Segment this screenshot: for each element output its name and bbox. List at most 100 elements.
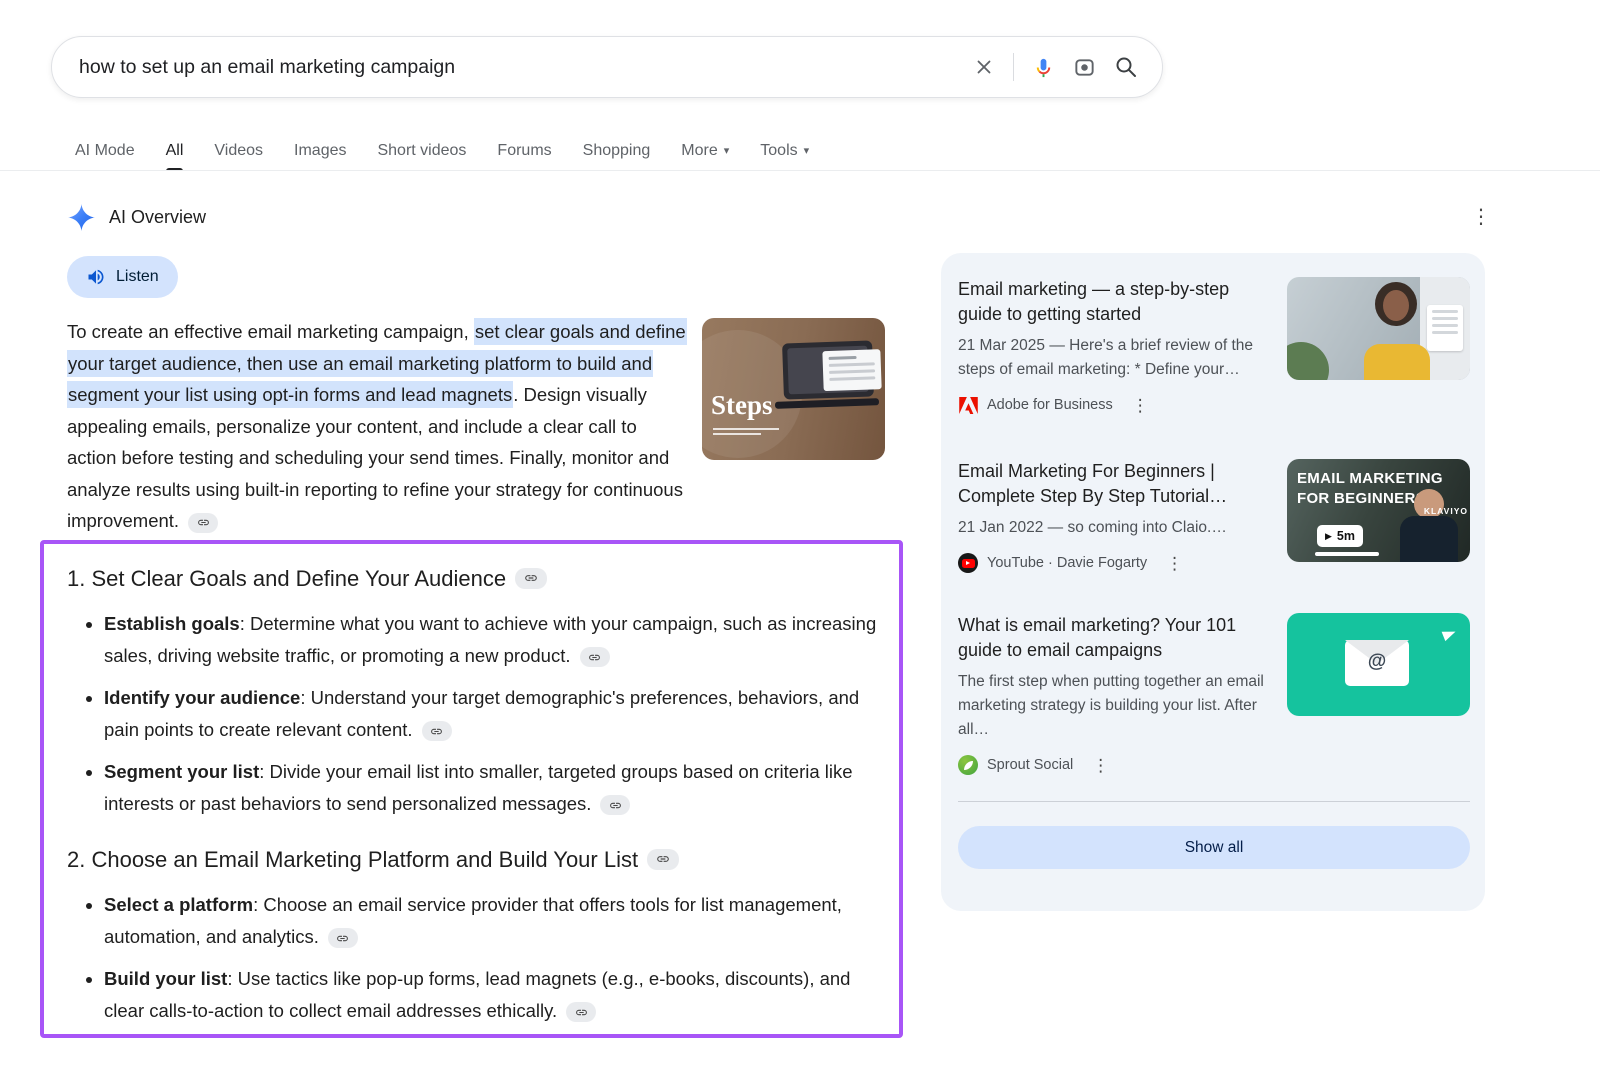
divider: [1013, 53, 1014, 81]
thumbnail-brand-text: KLAVIYO: [1424, 506, 1468, 516]
article-thumbnail[interactable]: @: [1287, 613, 1470, 716]
tab-more[interactable]: More▾: [681, 130, 729, 171]
bullet-item: Select a platform: Choose an email servi…: [104, 889, 881, 952]
link-icon: [575, 1006, 588, 1019]
tab-all[interactable]: All: [166, 130, 184, 171]
speaker-icon: [86, 267, 106, 287]
tab-short-videos[interactable]: Short videos: [377, 130, 466, 171]
bullet-lead: Establish goals: [104, 613, 240, 634]
sprout-social-icon: [958, 755, 978, 775]
tab-images[interactable]: Images: [294, 130, 346, 171]
source-card-text: Email marketing — a step-by-step guide t…: [958, 277, 1272, 415]
person-illustration: [1400, 516, 1458, 562]
citation-link-chip[interactable]: [328, 928, 358, 948]
citation-link-chip[interactable]: [566, 1002, 596, 1022]
source-name: Adobe for Business: [987, 397, 1113, 413]
ai-overview-title: AI Overview: [109, 207, 206, 228]
search-icon[interactable]: [1114, 55, 1138, 79]
person-illustration: [1364, 344, 1430, 380]
link-icon: [336, 932, 349, 945]
tab-label: Forums: [497, 142, 551, 160]
video-duration-badge: ▶5m: [1317, 525, 1363, 547]
source-meta: YouTube · Davie Fogarty ⋮: [958, 553, 1272, 573]
source-card: Email Marketing For Beginners | Complete…: [958, 459, 1470, 573]
search-input[interactable]: how to set up an email marketing campaig…: [79, 56, 973, 79]
chevron-down-icon: ▾: [724, 144, 730, 157]
source-title-link[interactable]: Email marketing — a step-by-step guide t…: [958, 277, 1272, 327]
mic-icon[interactable]: [1032, 56, 1055, 79]
bullet-list: Establish goals: Determine what you want…: [67, 608, 881, 819]
clear-icon[interactable]: [973, 56, 995, 78]
source-card-text: Email Marketing For Beginners | Complete…: [958, 459, 1272, 573]
source-snippet: The first step when putting together an …: [958, 670, 1272, 742]
link-icon: [197, 516, 210, 529]
highlighted-answer-box: 1. Set Clear Goals and Define Your Audie…: [40, 540, 903, 1038]
more-options-icon[interactable]: ⋮: [1092, 757, 1109, 774]
more-options-icon[interactable]: ⋮: [1132, 397, 1149, 414]
show-all-button[interactable]: Show all: [958, 826, 1470, 869]
search-bar-icons: [973, 53, 1138, 81]
sparkle-icon: [68, 204, 95, 231]
more-options-icon[interactable]: ⋮: [1166, 555, 1183, 572]
ai-overview-header: AI Overview: [68, 204, 206, 231]
steps-thumbnail-image[interactable]: Steps: [702, 318, 885, 460]
tab-label: All: [166, 142, 184, 160]
heading-text: 1. Set Clear Goals and Define Your Audie…: [67, 566, 506, 591]
listen-label: Listen: [116, 268, 159, 286]
ai-overview-text: To create an effective email marketing c…: [67, 316, 691, 537]
citation-link-chip[interactable]: [422, 721, 452, 741]
citation-link-chip[interactable]: [580, 647, 610, 667]
video-thumbnail[interactable]: EMAIL MARKETING FOR BEGINNERS KLAVIYO ▶5…: [1287, 459, 1470, 562]
link-icon: [656, 852, 670, 866]
steps-image-title: Steps: [711, 390, 773, 421]
tab-shopping[interactable]: Shopping: [583, 130, 651, 171]
duration-text: 5m: [1337, 529, 1355, 543]
section-heading-1: 1. Set Clear Goals and Define Your Audie…: [67, 564, 881, 594]
listen-button[interactable]: Listen: [67, 256, 178, 298]
source-card: What is email marketing? Your 101 guide …: [958, 613, 1470, 775]
bullet-lead: Select a platform: [104, 894, 253, 915]
adobe-logo-icon: [958, 395, 978, 415]
lens-icon[interactable]: [1073, 56, 1096, 79]
tab-label: AI Mode: [75, 142, 135, 160]
youtube-icon: [958, 553, 978, 573]
laptop-illustration: [782, 340, 874, 399]
bullet-item: Establish goals: Determine what you want…: [104, 608, 881, 671]
link-icon: [430, 725, 443, 738]
bullet-item: Segment your list: Divide your email lis…: [104, 756, 881, 819]
link-icon: [609, 799, 622, 812]
citation-link-chip[interactable]: [515, 568, 547, 589]
source-title-link[interactable]: Email Marketing For Beginners | Complete…: [958, 459, 1272, 509]
source-title-link[interactable]: What is email marketing? Your 101 guide …: [958, 613, 1272, 663]
envelope-icon: @: [1345, 640, 1409, 686]
bullet-item: Identify your audience: Understand your …: [104, 682, 881, 745]
heading-text: 2. Choose an Email Marketing Platform an…: [67, 847, 638, 872]
link-icon: [524, 571, 538, 585]
bullet-item: Build your list: Use tactics like pop-up…: [104, 963, 881, 1026]
overflow-menu-icon[interactable]: ⋮: [1470, 207, 1492, 227]
person-illustration: [1383, 290, 1409, 321]
search-bar[interactable]: how to set up an email marketing campaig…: [51, 36, 1163, 98]
article-thumbnail[interactable]: [1287, 277, 1470, 380]
tab-forums[interactable]: Forums: [497, 130, 551, 171]
thumbnail-text: FOR BEGINNERS: [1297, 490, 1426, 507]
panel-divider: [958, 801, 1470, 802]
result-tabs: AI Mode All Videos Images Short videos F…: [75, 130, 809, 171]
chevron-down-icon: ▾: [804, 144, 810, 157]
link-icon: [588, 651, 601, 664]
bullet-lead: Identify your audience: [104, 687, 300, 708]
citation-link-chip[interactable]: [600, 795, 630, 815]
source-meta: Adobe for Business ⋮: [958, 395, 1272, 415]
citation-link-chip[interactable]: [647, 849, 679, 870]
background-shape: [1427, 305, 1463, 351]
tab-tools[interactable]: Tools▾: [760, 130, 809, 171]
bullet-lead: Build your list: [104, 968, 227, 989]
source-name: Sprout Social: [987, 757, 1073, 773]
source-card-text: What is email marketing? Your 101 guide …: [958, 613, 1272, 775]
thumbnail-text: EMAIL MARKETING: [1297, 470, 1443, 487]
tab-label: Videos: [214, 142, 263, 160]
citation-link-chip[interactable]: [188, 513, 218, 533]
tab-ai-mode[interactable]: AI Mode: [75, 130, 135, 171]
tab-videos[interactable]: Videos: [214, 130, 263, 171]
source-card: Email marketing — a step-by-step guide t…: [958, 277, 1470, 415]
